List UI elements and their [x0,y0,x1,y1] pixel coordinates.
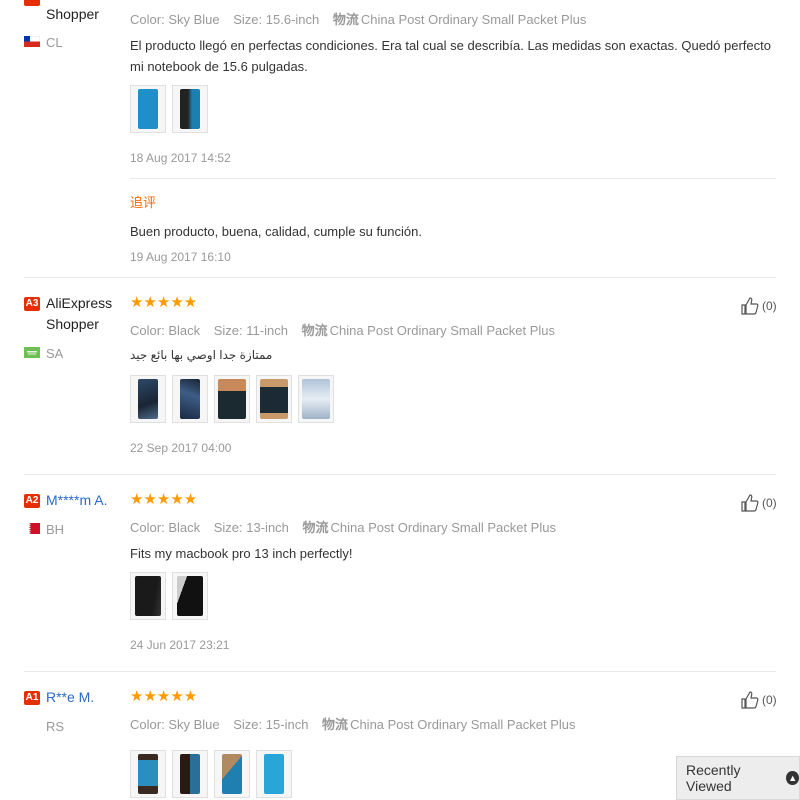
review-photo[interactable] [172,572,208,620]
divider [24,277,776,278]
reviewer-country: CL [46,35,63,50]
recently-viewed-button[interactable]: Recently Viewed ▲ [676,756,800,800]
thumbs-up-icon [741,691,759,709]
review-photos [130,85,208,133]
rating-stars: ★★★★★ [130,294,198,311]
review-date: 22 Sep 2017 04:00 [130,441,232,455]
chile-flag-icon [24,36,40,47]
divider [24,474,776,475]
review-text: Fits my macbook pro 13 inch perfectly! [130,546,353,561]
review-photo[interactable] [172,85,208,133]
divider [130,178,776,179]
helpful-count: (0) [762,693,777,707]
review-photo[interactable] [214,375,250,423]
reviewer-country: SA [46,346,64,361]
sku-size: 11-inch [246,323,288,338]
review-sku-info: Color: Black Size: 13-inch 物流 China Post … [130,520,556,535]
bahrain-flag-icon [24,523,40,534]
review-photo[interactable] [130,750,166,798]
shipping-method: China Post Ordinary Small Packet Plus [329,323,556,338]
review-photo[interactable] [256,750,292,798]
review-text: El producto llegó en perfectas condicion… [130,38,771,74]
sku-color: Sky Blue [168,12,220,27]
shipping-icon: 物流 [322,717,349,732]
review-photo[interactable] [172,375,208,423]
reviewer-name: Shopper [46,6,99,22]
review-photos [130,750,292,798]
additional-feedback-date: 19 Aug 2017 16:10 [130,250,231,264]
review-date: 18 Aug 2017 14:52 [130,151,231,165]
shipping-icon: 物流 [332,12,359,27]
helpful-count: (0) [762,299,777,313]
shipping-method: China Post Ordinary Small Packet Plus [360,12,587,27]
divider [24,671,776,672]
review-photo[interactable] [130,375,166,423]
additional-feedback-label: 追评 [130,195,157,210]
review-photos [130,572,208,620]
helpful-count: (0) [762,496,777,510]
sku-size: 15-inch [265,717,309,732]
review-photo[interactable] [256,375,292,423]
additional-feedback-text: Buen producto, buena, calidad, cumple su… [130,224,422,239]
rating-stars: ★★★★★ [130,491,198,508]
rating-stars: ★★★★★ [130,688,198,705]
thumbs-up-icon [741,494,759,512]
sku-color: Black [168,520,201,535]
recently-viewed-label: Recently Viewed [686,762,741,794]
review-date: 24 Jun 2017 23:21 [130,638,230,652]
shipping-method: China Post Ordinary Small Packet Plus [350,717,576,732]
sku-color: Sky Blue [168,717,220,732]
helpful-button[interactable]: (0) [740,493,777,513]
helpful-button[interactable]: (0) [740,690,777,710]
helpful-button[interactable]: (0) [740,296,777,316]
reviewer-country: RS [46,719,65,734]
sku-size: 15.6-inch [265,12,320,27]
sku-color: Black [168,323,201,338]
shipping-method: China Post Ordinary Small Packet Plus [330,520,556,535]
review-photo[interactable] [214,750,250,798]
review-sku-info: Color: Sky Blue Size: 15.6-inch 物流 China … [130,12,587,27]
review-text: ممتازة جدا اوصي بها بائع جيد [130,348,273,362]
sku-size: 13-inch [246,520,289,535]
user-level-badge: A2 [24,494,40,508]
chevron-up-icon: ▲ [786,771,799,785]
shipping-icon: 物流 [302,520,329,535]
reviewer-country: BH [46,522,65,537]
review-photo[interactable] [130,572,166,620]
review-photos [130,375,334,423]
review-sku-info: Color: Black Size: 11-inch 物流 China Post … [130,323,556,338]
thumbs-up-icon [741,297,759,315]
reviewer-name: AliExpress Shopper [46,295,113,332]
user-level-badge: A3 [24,297,40,311]
saudi-flag-icon [24,347,40,358]
review-photo[interactable] [172,750,208,798]
user-level-badge [24,0,40,6]
user-level-badge: A1 [24,691,40,705]
review-sku-info: Color: Sky Blue Size: 15-inch 物流 China Po… [130,717,576,732]
review-photo[interactable] [298,375,334,423]
shipping-icon: 物流 [301,323,328,338]
review-photo[interactable] [130,85,166,133]
